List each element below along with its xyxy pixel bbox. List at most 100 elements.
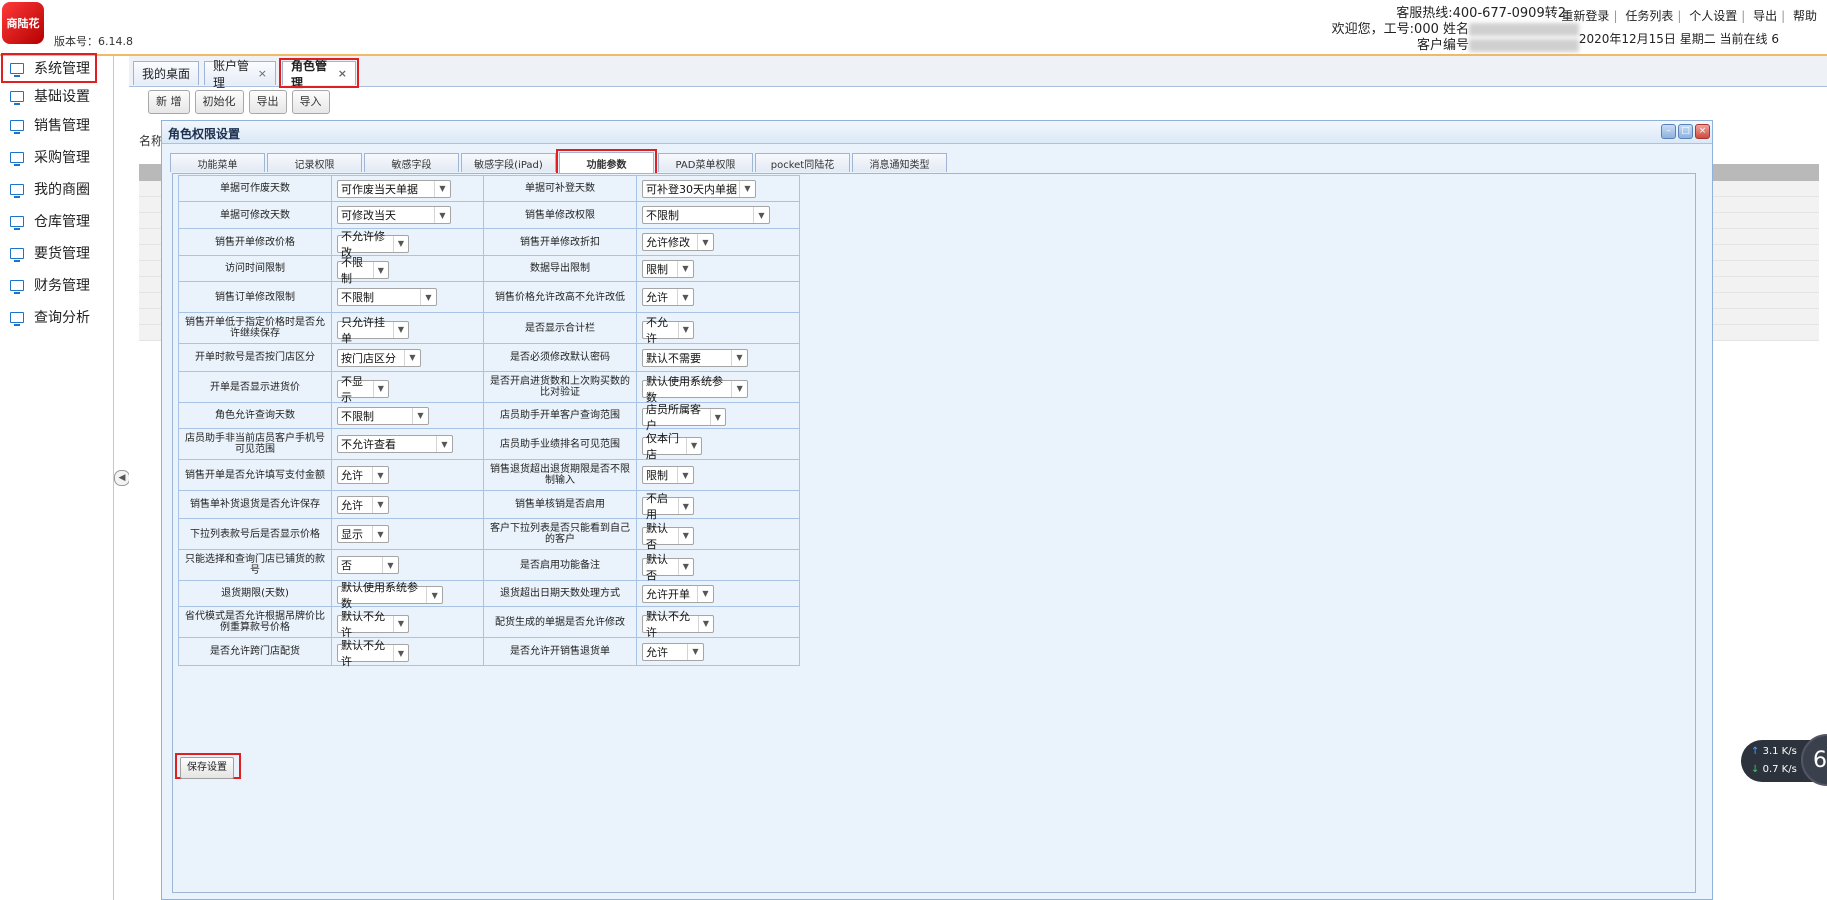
setting-select[interactable]: 不限制 ▼ [337,256,389,285]
link-task-list[interactable]: 任务列表 [1625,9,1673,23]
close-icon[interactable]: × [258,67,267,80]
dialog-title-bar[interactable]: 角色权限设置 – □ × [162,121,1712,144]
monitor-icon [10,183,24,198]
tab-function-params[interactable]: 功能参数 [556,149,657,176]
setting-select[interactable]: 仅本门店 ▼ [642,432,702,461]
setting-select[interactable]: 按门店区分 ▼ [337,348,421,367]
tab-message-types[interactable]: 消息通知类型 [852,153,947,172]
settings-row: 退货期限(天数) 默认使用系统参数 ▼ 退货超出日期天数处理方式 允许开单 ▼ [178,580,800,610]
import-button[interactable]: 导入 [291,90,330,114]
setting-select[interactable]: 允许 ▼ [337,495,389,514]
setting-label: 开单是否显示进货价 [210,381,300,393]
setting-select[interactable]: 默认不需要 ▼ [642,348,748,367]
setting-select[interactable]: 允许 ▼ [337,466,389,484]
chevron-down-icon: ▼ [753,207,769,223]
sidebar-item-business-circle[interactable]: 我的商圈 [4,177,94,201]
save-settings-button[interactable]: 保存设置 [180,757,234,779]
export-button[interactable]: 导出 [248,90,287,114]
setting-select[interactable]: 不允许修改 ▼ [337,230,409,259]
arrow-down-icon: ↓ [1751,764,1760,775]
setting-select[interactable]: 允许修改 ▼ [642,233,714,251]
sidebar-item-purchase[interactable]: 采购管理 [4,145,94,169]
close-icon[interactable]: × [1695,124,1710,139]
setting-select[interactable]: 可作废当天单据 ▼ [337,179,451,198]
setting-select[interactable]: 店员所属客户 ▼ [642,403,726,432]
setting-select[interactable]: 默认使用系统参数 ▼ [642,375,748,404]
settings-row: 访问时间限制 不限制 ▼ 数据导出限制 限制 ▼ [178,255,800,285]
setting-label: 销售开单是否允许填写支付金额 [185,469,325,481]
setting-select[interactable]: 不限制 ▼ [642,206,770,224]
add-button[interactable]: 新 增 [148,90,190,114]
link-export[interactable]: 导出 [1753,9,1777,23]
link-relogin[interactable]: 重新登录 [1561,9,1609,23]
setting-label: 是否允许跨门店配货 [210,646,300,657]
chevron-down-icon: ▼ [677,289,693,305]
link-personal-settings[interactable]: 个人设置 [1689,9,1737,23]
sidebar-item-requisition[interactable]: 要货管理 [4,241,94,265]
init-button[interactable]: 初始化 [194,90,244,114]
setting-select[interactable]: 否 ▼ [337,556,399,574]
setting-select[interactable]: 限制 ▼ [642,259,694,278]
monitor-icon [10,215,24,230]
tab-record-permission[interactable]: 记录权限 [267,153,362,172]
setting-select[interactable]: 允许 ▼ [642,288,694,306]
tab-desktop[interactable]: 我的桌面 [133,61,199,85]
sidebar-item-sales[interactable]: 销售管理 [4,113,94,137]
setting-select[interactable]: 可修改当天 ▼ [337,206,451,224]
chevron-down-icon: ▼ [420,289,436,305]
setting-select[interactable]: 默认使用系统参数 ▼ [337,581,443,610]
sidebar-item-query-analysis[interactable]: 查询分析 [4,305,94,329]
sidebar-collapse-icon[interactable]: ◀ [114,470,130,486]
setting-select[interactable]: 可补登30天内单据 ▼ [642,179,756,198]
monitor-icon [10,90,24,105]
setting-select[interactable]: 允许开单 ▼ [642,584,714,603]
setting-select[interactable]: 不限制 ▼ [337,406,429,425]
tab-sensitive-fields-ipad[interactable]: 敏感字段(iPad) [461,153,556,172]
chevron-down-icon: ▼ [412,407,428,424]
settings-row: 销售开单低于指定价格时是否允许继续保存 只允许挂单 ▼ 是否显示合计栏 不允许 ▼ [178,312,800,345]
tab-label: 我的桌面 [142,67,191,81]
chevron-down-icon: ▼ [687,643,703,660]
setting-select[interactable]: 不启用 ▼ [642,492,694,521]
setting-select[interactable]: 不允许查看 ▼ [337,435,453,453]
link-help[interactable]: 帮助 [1793,9,1817,23]
settings-row: 销售订单修改限制 不限制 ▼ 销售价格允许改高不允许改低 允许 ▼ [178,281,800,313]
setting-select[interactable]: 默认不允许 ▼ [337,610,409,639]
setting-select[interactable]: 限制 ▼ [642,466,694,484]
setting-select[interactable]: 只允许挂单 ▼ [337,316,409,345]
sidebar-item-finance[interactable]: 财务管理 [4,273,94,297]
tab-account-management[interactable]: 账户管理 × [204,59,276,90]
tab-sensitive-fields[interactable]: 敏感字段 [364,153,459,172]
setting-select[interactable]: 默认否 ▼ [642,553,694,582]
tab-role-management[interactable]: 角色管理 × [279,58,359,90]
close-icon[interactable]: × [338,67,347,80]
tab-function-menu[interactable]: 功能菜单 [170,153,265,172]
settings-row: 销售开单修改价格 不允许修改 ▼ 销售开单修改折扣 允许修改 ▼ [178,228,800,259]
customer-prefix: 客户编号 [1416,38,1469,53]
sidebar-item-system[interactable]: 系统管理 [1,53,97,83]
sidebar-item-warehouse[interactable]: 仓库管理 [4,209,94,233]
tab-pocket[interactable]: pocket同陆花 [755,153,850,172]
tab-label: 角色管理 [291,58,328,90]
chevron-down-icon: ▼ [731,349,747,366]
setting-select[interactable]: 不限制 ▼ [337,288,437,306]
setting-label: 销售开单修改折扣 [520,236,600,248]
setting-select[interactable]: 显示 ▼ [337,525,389,543]
setting-select[interactable]: 允许 ▼ [642,642,704,661]
setting-select[interactable]: 默认不允许 ▼ [642,610,714,639]
sidebar-item-basic-settings[interactable]: 基础设置 [4,84,94,108]
setting-select[interactable]: 默认否 ▼ [642,522,694,551]
chevron-down-icon: ▼ [686,437,701,454]
settings-row: 开单是否显示进货价 不显示 ▼ 是否开启进货数和上次购买数的比对验证 默认使用系统参数 ▼ [178,371,800,404]
setting-select[interactable]: 不显示 ▼ [337,375,389,404]
minimize-icon[interactable]: – [1661,124,1676,139]
monitor-icon [10,247,24,262]
tab-pad-menu-permission[interactable]: PAD菜单权限 [658,153,753,172]
setting-select[interactable]: 默认不允许 ▼ [337,639,409,668]
setting-label: 是否启用功能备注 [520,559,600,571]
maximize-icon[interactable]: □ [1678,124,1693,139]
setting-label: 店员助手业绩排名可见范围 [500,438,620,450]
setting-select[interactable]: 不允许 ▼ [642,316,694,345]
chevron-down-icon: ▼ [677,467,693,483]
setting-label: 角色允许查询天数 [215,410,295,421]
